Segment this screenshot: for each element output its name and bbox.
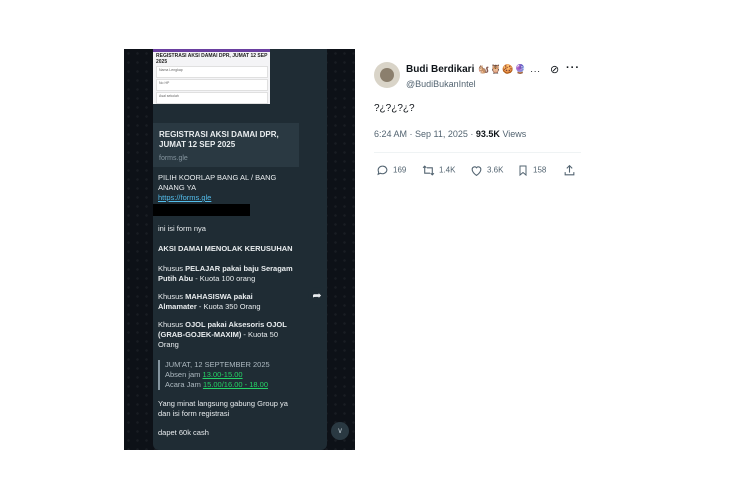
repost-button[interactable]: 1.4K	[422, 164, 455, 177]
link-card-title: REGISTRASI AKSI DAMAI DPR, JUMAT 12 SEP …	[159, 130, 279, 149]
form-link[interactable]: https://forms.gle	[158, 193, 211, 202]
reply-icon	[377, 165, 388, 176]
form-preview-field: Asal sekolah	[156, 92, 268, 104]
form-preview-field: No HP	[156, 79, 268, 91]
share-button[interactable]	[563, 164, 580, 177]
like-icon	[471, 166, 482, 177]
display-name[interactable]: Budi Berdikari	[406, 64, 474, 75]
message-date: JUM'AT, 12 SEPTEMBER 2025	[165, 360, 270, 369]
message-ojol: Khusus OJOL pakai Aksesoris OJOL (GRAB-G…	[158, 320, 287, 349]
share-icon	[564, 164, 575, 176]
grok-icon[interactable]: ⊘	[550, 63, 559, 76]
divider	[374, 152, 581, 153]
view-count: 93.5K	[475, 129, 500, 139]
link-card-domain: forms.gle	[159, 155, 188, 162]
message-mahasiswa: Khusus MAHASISWA pakai Almamater - Kuota…	[158, 292, 261, 311]
quote-bar	[158, 360, 160, 390]
form-preview-field: Nama Lengkap	[156, 66, 268, 78]
form-preview-thumbnail: REGISTRASI AKSI DAMAI DPR, JUMAT 12 SEP …	[153, 49, 270, 104]
tweet-media-image[interactable]: REGISTRASI AKSI DAMAI DPR, JUMAT 12 SEP …	[124, 49, 355, 450]
avatar[interactable]	[374, 62, 400, 88]
message-heading: AKSI DAMAI MENOLAK KERUSUHAN	[158, 244, 293, 253]
form-preview-title: REGISTRASI AKSI DAMAI DPR, JUMAT 12 SEP …	[156, 53, 268, 65]
message-absen: Absen jam 13.00-15.00	[165, 370, 243, 379]
message-pelajar: Khusus PELAJAR pakai baju Seragam Putih …	[158, 264, 293, 283]
tweet-meta: 6:24 AM · Sep 11, 2025 · 93.5K Views	[374, 129, 527, 139]
bookmark-button[interactable]: 158	[517, 164, 546, 177]
message-koorlap: PILIH KOORLAP BANG AL / BANG ANANG YA ht…	[158, 173, 277, 202]
link-preview-card[interactable]: REGISTRASI AKSI DAMAI DPR, JUMAT 12 SEP …	[153, 123, 299, 167]
reply-button[interactable]: 169	[376, 164, 406, 177]
redaction-bar	[153, 204, 250, 216]
tweet-text: ?¿?¿?¿?	[374, 103, 415, 114]
tweet-timestamp[interactable]: 6:24 AM · Sep 11, 2025 ·	[374, 129, 476, 139]
message-join: Yang minat langsung gabung Group ya dan …	[158, 399, 288, 418]
user-handle[interactable]: @BudiBukanIntel	[406, 79, 476, 89]
more-icon[interactable]: ···	[566, 62, 580, 74]
scroll-down-icon[interactable]: ∨	[331, 422, 349, 440]
message-acara: Acara Jam 15.00/16.00 - 18.00	[165, 380, 268, 389]
forward-icon[interactable]: ➦	[308, 287, 326, 305]
name-emojis: 🐿️🦉🍪🔮 ...	[478, 64, 541, 74]
message-cash: dapet 60k cash	[158, 428, 209, 437]
like-button[interactable]: 3.6K	[470, 164, 503, 177]
repost-icon	[422, 165, 435, 176]
message-isi-form: ini isi form nya	[158, 224, 206, 233]
bookmark-icon	[519, 165, 527, 177]
